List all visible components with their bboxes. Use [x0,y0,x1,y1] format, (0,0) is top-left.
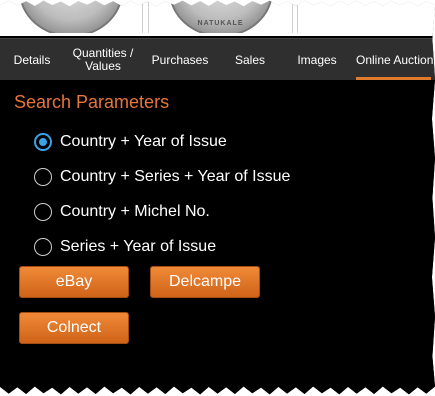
tab-quantities-values[interactable]: Quantities / Values [64,39,142,81]
colnect-button[interactable]: Colnect [19,312,129,344]
radio-unselected-icon[interactable] [34,237,52,256]
option-label: Country + Series + Year of Issue [60,167,291,185]
tab-label: Details [13,52,51,67]
tab-label: Sales [234,52,266,67]
tab-label: Images [297,52,337,67]
coin-inscription: NATUKALE [197,20,244,27]
coin-obverse-image [19,0,123,33]
option-series-year[interactable]: Series + Year of Issue [34,229,290,264]
tab-label: Purchases [151,52,209,67]
delcampe-button[interactable]: Delcampe [150,266,260,298]
option-country-series-year[interactable]: Country + Series + Year of Issue [34,159,290,194]
radio-unselected-icon[interactable] [34,202,52,221]
app-window: NATUKALE Details Quantities / Values Pur… [0,0,435,395]
tab-details[interactable]: Details [0,39,64,81]
coin-reverse-image: NATUKALE [168,0,273,33]
coin-image-3[interactable] [297,0,435,33]
option-label: Country + Year of Issue [60,132,227,150]
option-label: Country + Michel No. [60,202,210,220]
coin-image-1[interactable] [0,0,143,33]
tab-label: Quantities / Values [72,46,134,73]
tab-sales[interactable]: Sales [218,39,282,81]
online-auction-panel: Search Parameters Country + Year of Issu… [0,80,435,395]
coin-image-2[interactable]: NATUKALE [148,0,293,33]
tab-bar: Details Quantities / Values Purchases Sa… [0,38,435,81]
search-parameters-title: Search Parameters [14,92,170,112]
tab-purchases[interactable]: Purchases [142,39,218,81]
tab-online-auction[interactable]: Online Auction [352,39,435,81]
coin-images-strip: NATUKALE [0,0,435,36]
search-parameter-options: Country + Year of Issue Country + Series… [34,124,290,264]
option-label: Series + Year of Issue [60,237,217,255]
radio-unselected-icon[interactable] [34,167,52,186]
ebay-button[interactable]: eBay [19,266,129,298]
option-country-michel-no[interactable]: Country + Michel No. [34,194,290,229]
radio-selected-icon[interactable] [34,132,52,151]
tab-images[interactable]: Images [282,39,352,81]
option-country-year[interactable]: Country + Year of Issue [34,124,290,159]
tab-label: Online Auction [356,52,434,67]
